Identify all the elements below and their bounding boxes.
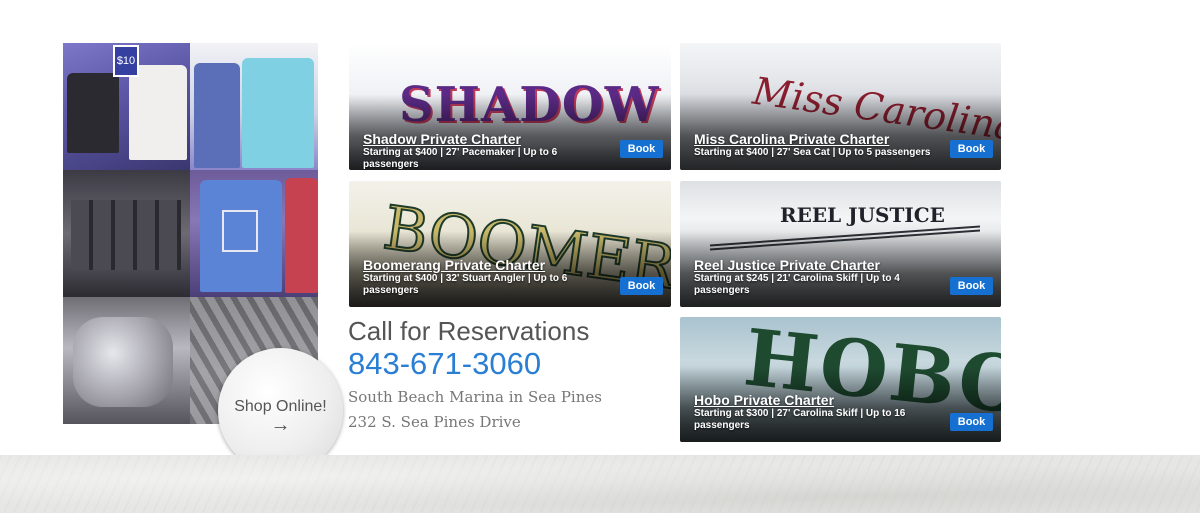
charter-title-hobo[interactable]: Hobo Private Charter — [694, 392, 834, 408]
collage-photo-shirts — [190, 43, 318, 170]
collage-photo-hats — [63, 170, 190, 297]
reservations-heading: Call for Reservations — [348, 316, 590, 346]
charter-desc-reel-justice: Starting at $245 | 21' Carolina Skiff | … — [694, 273, 900, 296]
charter-card-hobo[interactable]: HOBO Hobo Private Charter Starting at $3… — [680, 317, 1001, 442]
charter-desc-hobo: Starting at $300 | 27' Carolina Skiff | … — [694, 408, 906, 431]
reservations-phone-link[interactable]: 843-671-3060 — [348, 346, 541, 382]
collage-photo-logo-tee — [190, 170, 318, 297]
book-button-shadow[interactable]: Book — [620, 140, 663, 158]
charter-title-boomerang[interactable]: Boomerang Private Charter — [363, 257, 545, 273]
charter-title-reel-justice[interactable]: Reel Justice Private Charter — [694, 257, 880, 273]
footer-map-background — [0, 455, 1200, 513]
charter-title-miss-carolina[interactable]: Miss Carolina Private Charter — [694, 131, 889, 147]
book-button-miss-carolina[interactable]: Book — [950, 140, 993, 158]
charter-desc-boomerang: Starting at $400 | 32' Stuart Angler | U… — [363, 273, 568, 296]
charter-card-miss-carolina[interactable]: Miss Carolina Miss Carolina Private Char… — [680, 43, 1001, 170]
charter-desc-miss-carolina: Starting at $400 | 27' Sea Cat | Up to 5… — [694, 147, 931, 158]
charter-card-reel-justice[interactable]: REEL JUSTICE Reel Justice Private Charte… — [680, 181, 1001, 307]
book-button-hobo[interactable]: Book — [950, 413, 993, 431]
marina-location: South Beach Marina in Sea Pines — [348, 388, 602, 406]
book-button-reel-justice[interactable]: Book — [950, 277, 993, 295]
collage-photo-tshirts: $10 — [63, 43, 190, 170]
collage-photo-reel — [63, 297, 190, 424]
charter-card-shadow[interactable]: SHADOW Shadow Private Charter Starting a… — [349, 43, 671, 170]
marina-address: 232 S. Sea Pines Drive — [348, 413, 521, 431]
charter-title-shadow[interactable]: Shadow Private Charter — [363, 131, 521, 147]
charter-desc-shadow: Starting at $400 | 27' Pacemaker | Up to… — [363, 147, 558, 170]
boat-lettering-reel-justice: REEL JUSTICE — [780, 203, 945, 227]
charter-card-boomerang[interactable]: BOOMERANG Boomerang Private Charter Star… — [349, 181, 671, 307]
arrow-right-icon: → — [270, 414, 291, 436]
book-button-boomerang[interactable]: Book — [620, 277, 663, 295]
